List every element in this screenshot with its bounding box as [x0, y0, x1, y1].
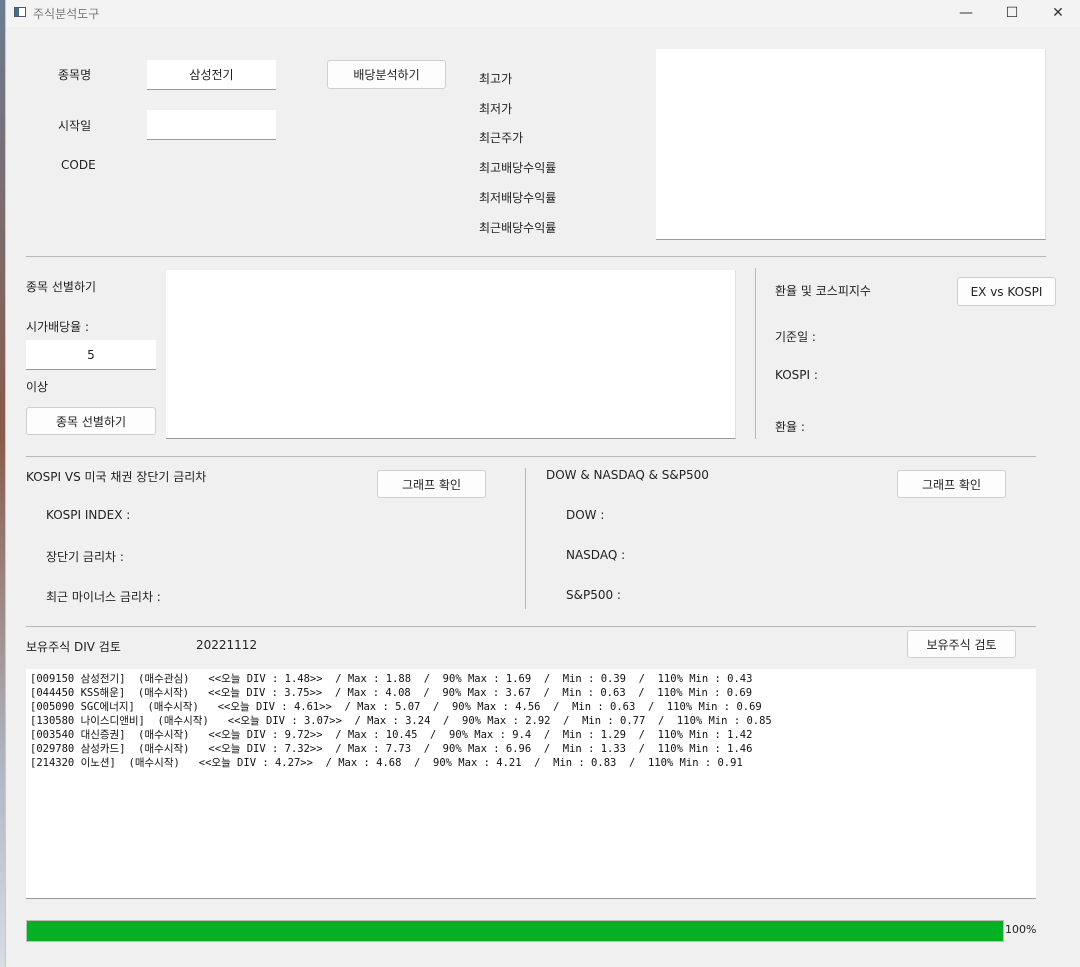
- progress-label: 100%: [1005, 923, 1037, 936]
- stat-recent-yield: 최근배당수익률: [479, 221, 557, 235]
- maximize-button[interactable]: ☐: [989, 0, 1035, 27]
- holdings-title: 보유주식 DIV 검토: [26, 640, 121, 654]
- exchange-title: 환율 및 코스피지수: [775, 284, 871, 298]
- stat-high-price: 최고가: [479, 72, 513, 86]
- log-line: [003540 대신증권] (매수시작) <<오늘 DIV : 9.72>> /…: [30, 729, 753, 741]
- sp500-label: S&P500 :: [566, 588, 621, 602]
- progress-bar: [26, 920, 1004, 942]
- log-line: [130580 나이스디앤비] (매수시작) <<오늘 DIV : 3.07>>…: [30, 715, 772, 727]
- log-line: [009150 삼성전기] (매수관심) <<오늘 DIV : 1.48>> /…: [30, 673, 753, 685]
- log-line: [214320 이노션] (매수시작) <<오늘 DIV : 4.27>> / …: [30, 757, 743, 769]
- dividend-analyze-button[interactable]: 배당분석하기: [327, 60, 446, 89]
- log-line: [005090 SGC에너지] (매수시작) <<오늘 DIV : 4.61>>…: [30, 701, 762, 713]
- rate-spread-label: 장단기 금리차 :: [46, 550, 124, 564]
- us-index-title: DOW & NASDAQ & S&P500: [546, 468, 709, 482]
- divider: [26, 626, 1036, 627]
- stock-name-input[interactable]: 삼성전기: [147, 60, 276, 90]
- yield-input[interactable]: 5: [26, 340, 156, 370]
- title-bar: 주식분석도구 — ☐ ✕: [6, 0, 1080, 27]
- log-line: [044450 KSS해운] (매수시작) <<오늘 DIV : 3.75>> …: [30, 687, 753, 699]
- close-button[interactable]: ✕: [1035, 0, 1080, 27]
- holdings-log[interactable]: [009150 삼성전기] (매수관심) <<오늘 DIV : 1.48>> /…: [26, 669, 1036, 899]
- stat-low-price: 최저가: [479, 102, 513, 116]
- divider: [26, 256, 1046, 257]
- stat-high-yield: 최고배당수익률: [479, 161, 557, 175]
- holdings-date: 20221112: [196, 638, 258, 652]
- selection-result-box: [166, 270, 736, 439]
- stat-low-yield: 최저배당수익률: [479, 191, 557, 205]
- window-title: 주식분석도구: [33, 7, 100, 21]
- selection-title: 종목 선별하기: [26, 280, 97, 294]
- recent-minus-spread-label: 최근 마이너스 금리차 :: [46, 590, 161, 604]
- yield-label: 시가배당율 :: [26, 320, 90, 334]
- kospi-index-label: KOSPI INDEX :: [46, 508, 131, 522]
- base-date-label: 기준일 :: [775, 330, 816, 344]
- dow-label: DOW :: [566, 508, 605, 522]
- app-window: 주식분석도구 — ☐ ✕ 종목명 삼성전기 시작일 CODE 배당분석하기 최고…: [5, 0, 1080, 967]
- ex-vs-kospi-button[interactable]: EX vs KOSPI: [957, 277, 1056, 306]
- kospi-label: KOSPI :: [775, 368, 818, 382]
- kospi-bond-graph-button[interactable]: 그래프 확인: [377, 470, 486, 498]
- exchange-rate-label: 환율 :: [775, 420, 805, 434]
- kospi-bond-title: KOSPI VS 미국 채권 장단기 금리차: [26, 470, 207, 484]
- progress-fill: [27, 921, 1003, 941]
- stat-recent-price: 최근주가: [479, 131, 524, 145]
- us-index-graph-button[interactable]: 그래프 확인: [897, 470, 1006, 498]
- start-date-label: 시작일: [58, 119, 92, 133]
- start-date-input[interactable]: [147, 110, 276, 140]
- select-stocks-button[interactable]: 종목 선별하기: [26, 407, 156, 435]
- stock-name-label: 종목명: [58, 68, 92, 82]
- above-label: 이상: [26, 380, 49, 394]
- divider: [755, 268, 756, 439]
- divider: [525, 468, 526, 609]
- nasdaq-label: NASDAQ :: [566, 548, 626, 562]
- app-icon: [14, 7, 26, 17]
- minimize-button[interactable]: —: [943, 0, 989, 27]
- code-label: CODE: [61, 158, 96, 172]
- holdings-review-button[interactable]: 보유주식 검토: [907, 630, 1016, 658]
- log-line: [029780 삼성카드] (매수시작) <<오늘 DIV : 7.32>> /…: [30, 743, 753, 755]
- divider: [26, 456, 1036, 457]
- dividend-chart-area: [656, 49, 1046, 240]
